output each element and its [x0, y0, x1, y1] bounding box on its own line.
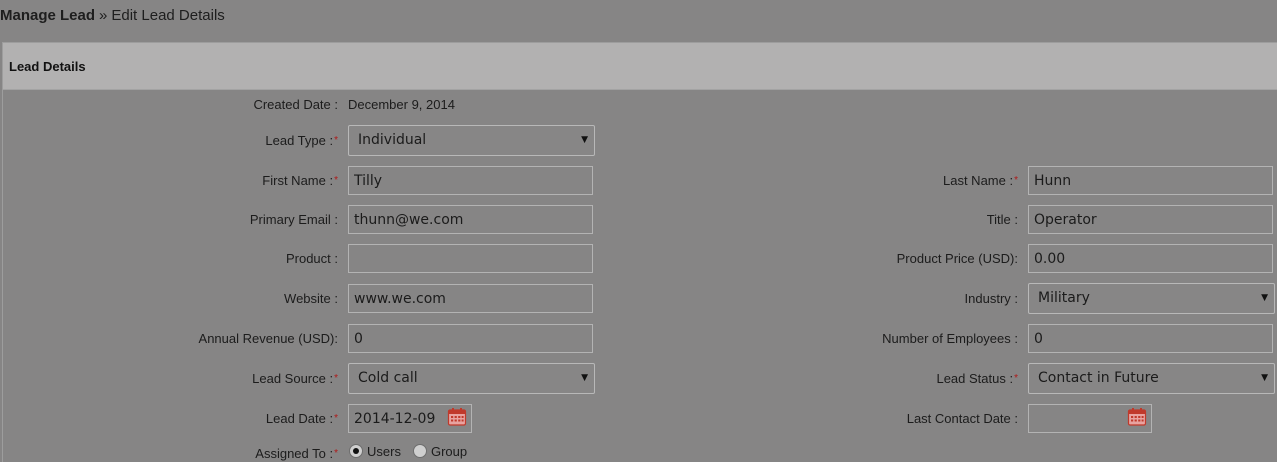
product-price-label: Product Price (USD): — [896, 251, 1018, 266]
chevron-down-icon: ▼ — [1261, 293, 1268, 303]
required-marker: * — [1014, 373, 1018, 384]
required-marker: * — [334, 135, 338, 146]
number-of-employees-input[interactable] — [1028, 324, 1273, 353]
assigned-to-radio-group: Users Group — [349, 444, 479, 460]
assigned-group-label[interactable]: Group — [431, 444, 467, 459]
lead-type-label: Lead Type :* — [265, 133, 338, 148]
primary-email-input[interactable] — [348, 205, 593, 234]
created-date-label: Created Date : — [253, 97, 338, 112]
required-marker: * — [1014, 175, 1018, 186]
website-label: Website : — [284, 291, 338, 306]
first-name-input[interactable] — [348, 166, 593, 195]
last-contact-date-label: Last Contact Date : — [906, 411, 1018, 426]
product-input[interactable] — [348, 244, 593, 273]
calendar-icon[interactable] — [1127, 407, 1147, 427]
first-name-label: First Name :* — [262, 173, 338, 188]
lead-status-label: Lead Status :* — [936, 371, 1018, 386]
required-marker: * — [334, 448, 338, 459]
chevron-down-icon: ▼ — [1261, 373, 1268, 383]
assigned-to-label: Assigned To :* — [255, 446, 338, 461]
chevron-down-icon: ▼ — [581, 373, 588, 383]
product-label: Product : — [285, 251, 338, 266]
breadcrumb-current: Edit Lead Details — [111, 7, 225, 24]
annual-revenue-label: Annual Revenue (USD): — [198, 331, 338, 346]
industry-label: Industry : — [964, 291, 1018, 306]
primary-email-label: Primary Email : — [249, 212, 338, 227]
calendar-icon[interactable] — [447, 407, 467, 427]
required-marker: * — [334, 175, 338, 186]
number-of-employees-label: Number of Employees : — [882, 331, 1018, 346]
assigned-users-radio[interactable] — [349, 444, 363, 458]
breadcrumb: Manage Lead» Edit Lead Details — [0, 7, 225, 24]
last-name-input[interactable] — [1028, 166, 1273, 195]
title-input[interactable] — [1028, 205, 1273, 234]
lead-type-select[interactable]: Individual ▼ — [348, 125, 595, 156]
created-date-value: December 9, 2014 — [348, 97, 455, 112]
required-marker: * — [334, 373, 338, 384]
lead-source-select[interactable]: Cold call ▼ — [348, 363, 595, 394]
annual-revenue-input[interactable] — [348, 324, 593, 353]
chevron-down-icon: ▼ — [581, 135, 588, 145]
title-label: Title : — [986, 212, 1018, 227]
lead-source-label: Lead Source :* — [252, 371, 338, 386]
breadcrumb-separator: » — [99, 7, 108, 24]
assigned-group-radio[interactable] — [412, 444, 427, 458]
industry-select[interactable]: Military ▼ — [1028, 283, 1275, 314]
lead-status-select[interactable]: Contact in Future ▼ — [1028, 363, 1275, 394]
assigned-users-label[interactable]: Users — [367, 444, 401, 459]
lead-date-label: Lead Date :* — [265, 411, 338, 426]
panel-title: Lead Details — [3, 43, 1277, 90]
breadcrumb-manage-lead[interactable]: Manage Lead — [0, 7, 95, 24]
product-price-input[interactable] — [1028, 244, 1273, 273]
required-marker: * — [334, 413, 338, 424]
website-input[interactable] — [348, 284, 593, 313]
last-name-label: Last Name :* — [943, 173, 1018, 188]
